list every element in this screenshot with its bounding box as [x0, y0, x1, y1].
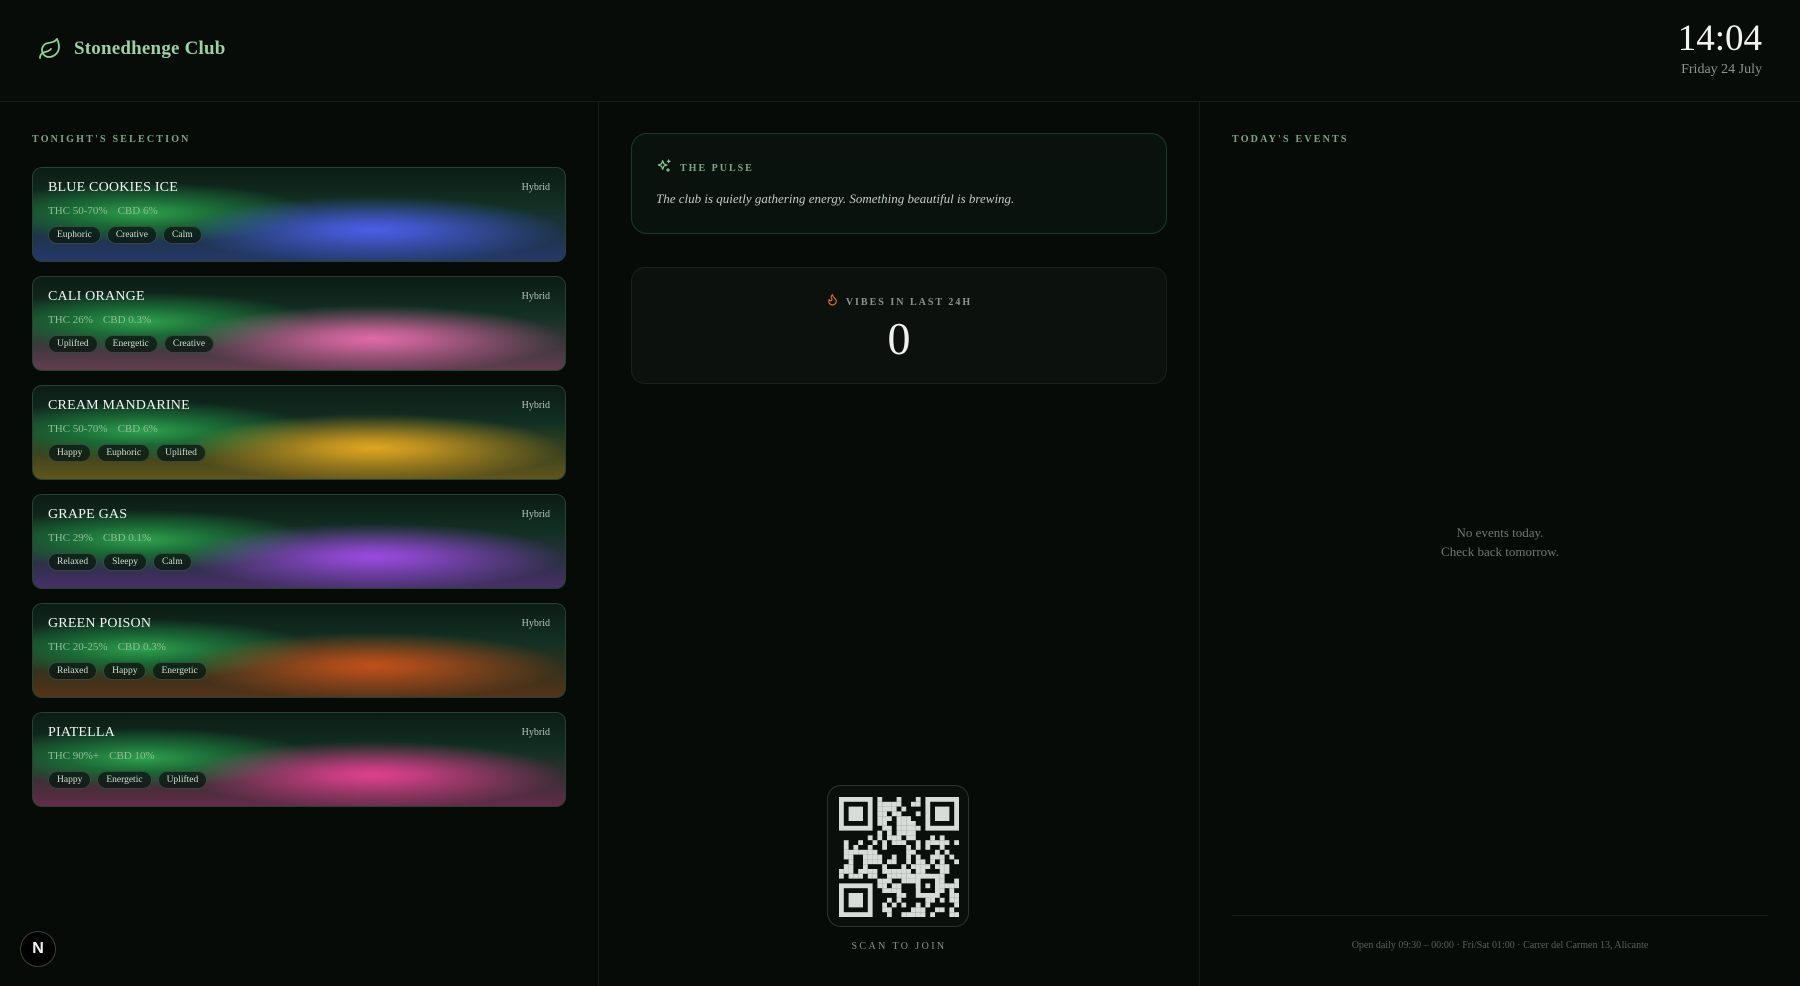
pulse-card: THE PULSE The club is quietly gathering … — [631, 133, 1167, 234]
clock-date: Friday 24 July — [1681, 62, 1762, 77]
strain-potency: THC 50-70% CBD 6% — [48, 205, 550, 217]
effect-tag: Uplifted — [157, 771, 208, 789]
thc-value: THC 26% — [48, 314, 93, 326]
cbd-value: CBD 10% — [109, 750, 155, 762]
strain-potency: THC 90%+ CBD 10% — [48, 750, 550, 762]
strain-card[interactable]: GREEN POISON Hybrid THC 20-25% CBD 0.3% Rela… — [32, 603, 566, 698]
effect-tags: Relaxed Sleepy Calm — [48, 553, 550, 571]
effect-tag: Happy — [48, 771, 92, 789]
events-title: TODAY'S EVENTS — [1232, 134, 1349, 145]
qr-code[interactable] — [827, 785, 969, 927]
pulse-message: The club is quietly gathering energy. So… — [656, 191, 1015, 206]
effect-tag: Happy — [103, 662, 147, 680]
strain-type: Hybrid — [521, 509, 550, 520]
effect-tags: Relaxed Happy Energetic — [48, 662, 550, 680]
clock: 14:04 Friday 24 July — [1678, 18, 1762, 78]
brand: Stonedhenge Club — [38, 37, 226, 61]
strain-name: CALI ORANGE — [48, 289, 145, 304]
effect-tag: Calm — [163, 226, 202, 244]
strain-type: Hybrid — [521, 400, 550, 411]
check-back-line: Check back tomorrow. — [1441, 544, 1559, 559]
strain-potency: THC 20-25% CBD 0.3% — [48, 641, 550, 653]
opening-hours: Open daily 09:30 – 00:00 · Fri/Sat 01:00… — [1351, 940, 1649, 951]
strain-list: BLUE COOKIES ICE Hybrid THC 50-70% CBD 6% Eu… — [32, 167, 566, 821]
thc-value: THC 29% — [48, 532, 93, 544]
thc-value: THC 50-70% — [48, 423, 108, 435]
pulse-title: THE PULSE — [680, 163, 754, 174]
divider — [1232, 915, 1768, 916]
no-events-message: No events today. Check back tomorrow. — [1200, 523, 1800, 561]
effect-tag: Energetic — [103, 335, 158, 353]
strain-potency: THC 29% CBD 0.1% — [48, 532, 550, 544]
strain-card[interactable]: CALI ORANGE Hybrid THC 26% CBD 0.3% Uplifted… — [32, 276, 566, 371]
flame-icon — [826, 292, 839, 312]
strain-potency: THC 26% CBD 0.3% — [48, 314, 550, 326]
effect-tag: Uplifted — [156, 444, 206, 462]
no-events-line: No events today. — [1456, 525, 1544, 540]
effect-tags: Euphoric Creative Calm — [48, 226, 550, 244]
thc-value: THC 90%+ — [48, 750, 100, 762]
effect-tag: Energetic — [152, 662, 207, 680]
strain-card[interactable]: PIATELLA Hybrid THC 90%+ CBD 10% Happy Energe… — [32, 712, 566, 807]
sparkles-icon — [656, 158, 672, 179]
events-column: TODAY'S EVENTS No events today. Check ba… — [1200, 102, 1800, 986]
clock-time: 14:04 — [1677, 18, 1762, 59]
strain-card[interactable]: GRAPE GAS Hybrid THC 29% CBD 0.1% Relaxed Sle… — [32, 494, 566, 589]
dev-badge[interactable]: N — [20, 931, 56, 967]
thc-value: THC 50-70% — [48, 205, 108, 217]
qr-label: SCAN TO JOIN — [851, 941, 947, 952]
vibes-title: VIBES IN LAST 24H — [845, 296, 973, 308]
effect-tag: Sleepy — [103, 553, 147, 571]
strain-name: PIATELLA — [48, 725, 115, 740]
strain-name: GREEN POISON — [48, 616, 152, 631]
selection-column: TONIGHT'S SELECTION BLUE COOKIES ICE Hybr… — [0, 102, 599, 986]
leaf-icon — [38, 37, 62, 61]
vibes-count: 0 — [887, 313, 911, 364]
effect-tag: Euphoric — [97, 444, 151, 462]
strain-name: GRAPE GAS — [48, 507, 128, 522]
cbd-value: CBD 0.3% — [102, 314, 152, 326]
effect-tag: Creative — [106, 226, 158, 244]
cbd-value: CBD 0.1% — [102, 532, 152, 544]
strain-card[interactable]: CREAM MANDARINE Hybrid THC 50-70% CBD 6% Hap… — [32, 385, 566, 480]
effect-tag: Calm — [153, 553, 192, 571]
strain-type: Hybrid — [521, 727, 550, 738]
effect-tag: Relaxed — [48, 662, 98, 680]
effect-tag: Happy — [48, 444, 92, 462]
cbd-value: CBD 6% — [117, 423, 158, 435]
effect-tags: Uplifted Energetic Creative — [48, 335, 550, 353]
cbd-value: CBD 6% — [117, 205, 158, 217]
effect-tag: Creative — [163, 335, 215, 353]
effect-tags: Happy Energetic Uplifted — [48, 771, 550, 789]
effect-tag: Energetic — [97, 771, 152, 789]
center-column: THE PULSE The club is quietly gathering … — [599, 102, 1200, 986]
strain-potency: THC 50-70% CBD 6% — [48, 423, 550, 435]
strain-type: Hybrid — [521, 291, 550, 302]
brand-name: Stonedhenge Club — [74, 38, 226, 59]
header: Stonedhenge Club 14:04 Friday 24 July — [0, 0, 1800, 102]
cbd-value: CBD 0.3% — [117, 641, 166, 653]
qr-code-icon — [839, 797, 959, 917]
effect-tag: Uplifted — [48, 335, 98, 353]
selection-title: TONIGHT'S SELECTION — [32, 134, 191, 145]
effect-tag: Euphoric — [48, 226, 101, 244]
effect-tags: Happy Euphoric Uplifted — [48, 444, 550, 462]
strain-type: Hybrid — [521, 618, 550, 629]
vibes-card: VIBES IN LAST 24H 0 — [631, 267, 1167, 384]
strain-name: BLUE COOKIES ICE — [48, 180, 178, 195]
effect-tag: Relaxed — [48, 553, 98, 571]
strain-type: Hybrid — [521, 182, 550, 193]
thc-value: THC 20-25% — [48, 641, 108, 653]
strain-card[interactable]: BLUE COOKIES ICE Hybrid THC 50-70% CBD 6% Eu… — [32, 167, 566, 262]
strain-name: CREAM MANDARINE — [48, 398, 190, 413]
